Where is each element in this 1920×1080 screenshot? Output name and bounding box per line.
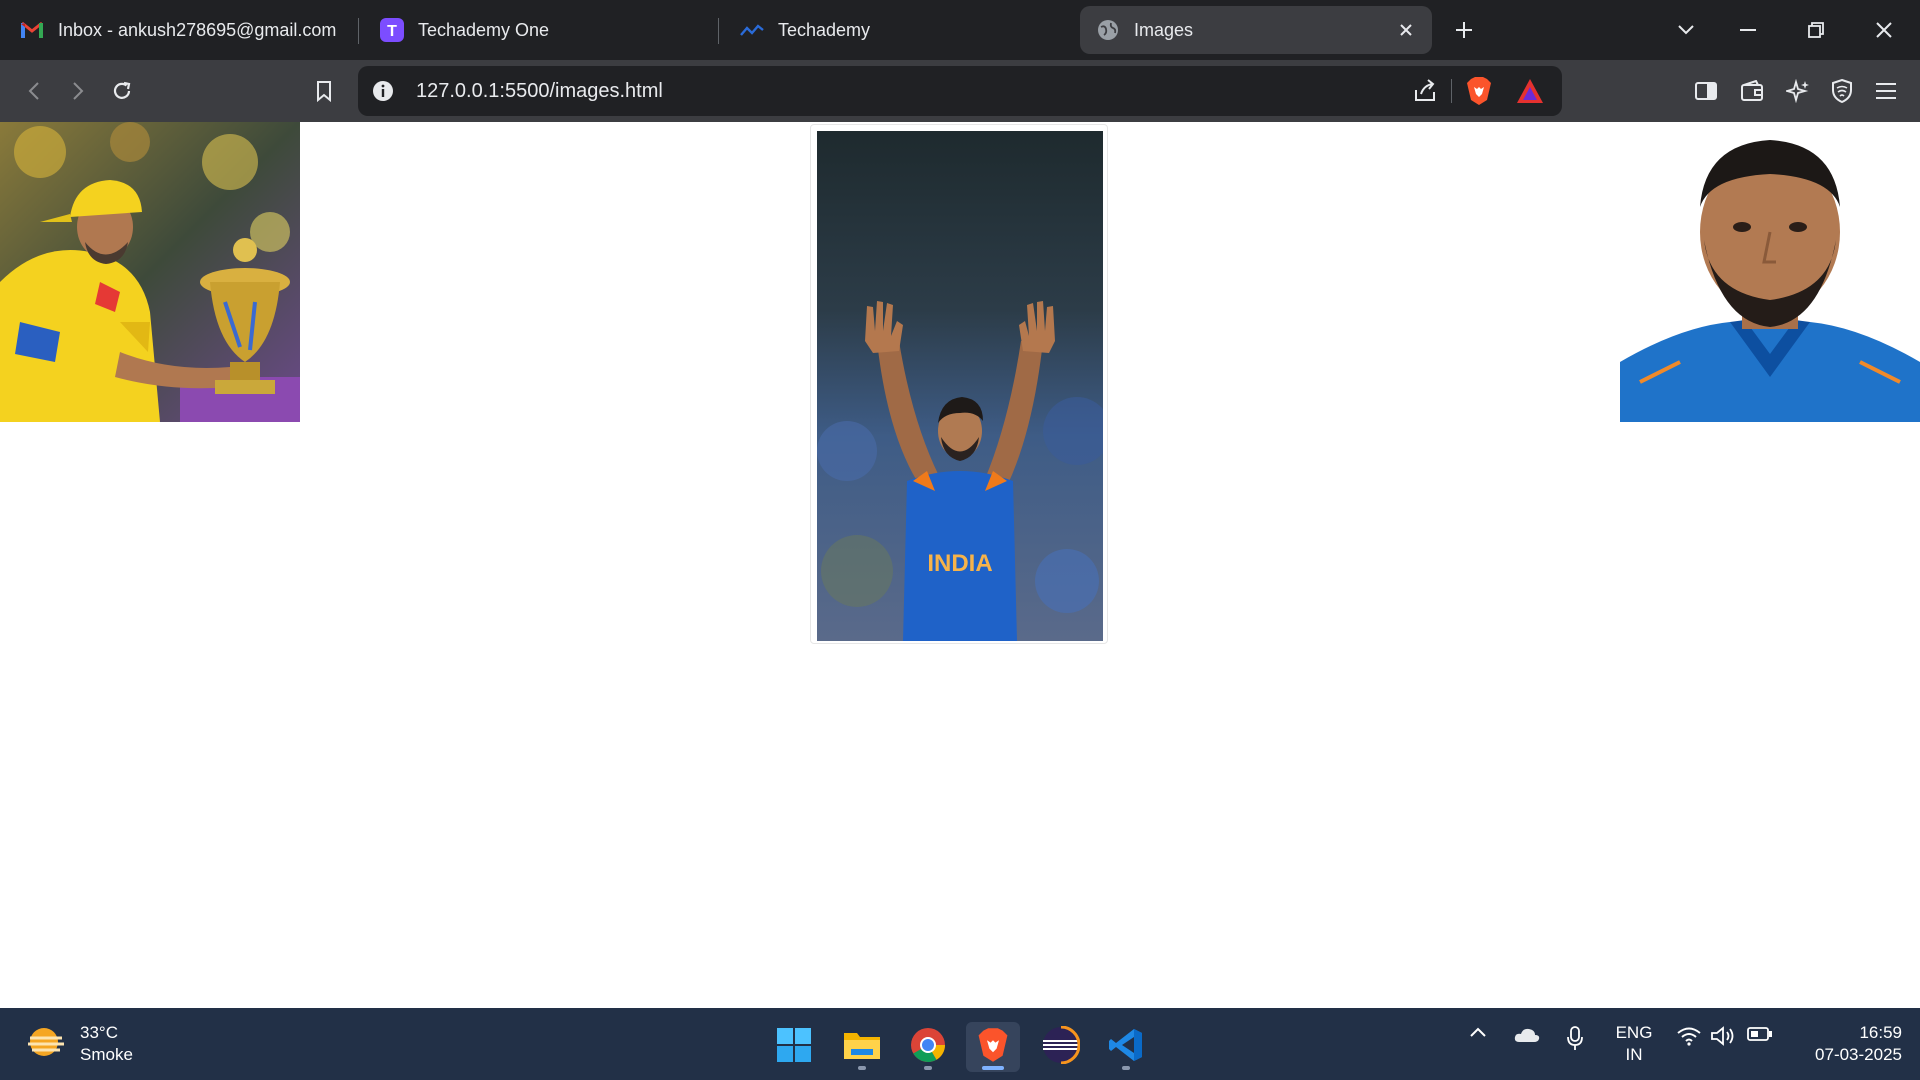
active-indicator bbox=[982, 1066, 1004, 1070]
show-hidden-icons-chevron-icon[interactable] bbox=[1466, 1026, 1490, 1038]
tab-title: Images bbox=[1134, 19, 1194, 40]
vscode-button[interactable] bbox=[1099, 1022, 1153, 1072]
close-tab-icon[interactable] bbox=[1394, 18, 1418, 42]
image-raised-hands-cricketer: INDIA bbox=[817, 131, 1103, 641]
trophy-photo bbox=[0, 122, 300, 422]
close-window-button[interactable] bbox=[1862, 12, 1906, 48]
eclipse-button[interactable] bbox=[1034, 1022, 1088, 1072]
svg-text:T: T bbox=[387, 23, 397, 40]
tab-techademy-one[interactable]: T Techademy One bbox=[380, 6, 700, 54]
tab-title: Inbox - ankush278695@gmail.com bbox=[58, 19, 337, 40]
running-indicator bbox=[1122, 1066, 1130, 1070]
brave-button[interactable] bbox=[966, 1022, 1020, 1072]
portrait-photo bbox=[1620, 122, 1920, 422]
image-card-frame: INDIA bbox=[810, 124, 1108, 644]
clock-date: 07-03-2025 bbox=[1815, 1045, 1902, 1064]
brave-icon bbox=[977, 1027, 1009, 1068]
techademy-icon bbox=[740, 18, 764, 42]
reload-button[interactable] bbox=[104, 73, 140, 109]
globe-icon bbox=[1096, 18, 1120, 42]
minimize-button[interactable] bbox=[1726, 12, 1770, 48]
leo-ai-icon[interactable] bbox=[1780, 73, 1816, 109]
wifi-icon[interactable] bbox=[1674, 1026, 1704, 1046]
celebration-photo: INDIA bbox=[817, 131, 1103, 641]
start-button[interactable] bbox=[767, 1022, 821, 1072]
brave-shields-icon[interactable] bbox=[1466, 76, 1492, 111]
running-indicator bbox=[924, 1066, 932, 1070]
windows-taskbar: 33°C Smoke ENG IN 16:59 07-03-2025 bbox=[0, 1008, 1920, 1080]
tab-strip: Inbox - ankush278695@gmail.com T Techade… bbox=[0, 0, 1920, 60]
image-trophy-cricketer bbox=[0, 122, 300, 422]
tab-search-chevron-icon[interactable] bbox=[1664, 12, 1708, 48]
new-tab-button[interactable] bbox=[1442, 12, 1486, 48]
svg-text:INDIA: INDIA bbox=[927, 550, 992, 577]
divider bbox=[1451, 79, 1452, 103]
weather-icon bbox=[26, 1024, 66, 1065]
tab-divider bbox=[358, 18, 359, 44]
gmail-icon bbox=[20, 18, 44, 42]
eclipse-icon bbox=[1042, 1025, 1081, 1069]
file-explorer-button[interactable] bbox=[835, 1022, 889, 1072]
tab-title: Techademy bbox=[778, 19, 871, 40]
menu-icon[interactable] bbox=[1868, 73, 1904, 109]
vscode-icon bbox=[1108, 1027, 1144, 1068]
weather-widget[interactable]: 33°C Smoke bbox=[26, 1022, 133, 1066]
back-button[interactable] bbox=[16, 73, 52, 109]
image-portrait-cricketer bbox=[1620, 122, 1920, 422]
weather-condition: Smoke bbox=[80, 1045, 133, 1064]
volume-icon[interactable] bbox=[1708, 1026, 1738, 1046]
vpn-shield-icon[interactable] bbox=[1824, 73, 1860, 109]
running-indicator bbox=[858, 1066, 866, 1070]
site-info-icon[interactable] bbox=[372, 80, 394, 107]
chrome-icon bbox=[910, 1027, 946, 1068]
restore-button[interactable] bbox=[1794, 12, 1838, 48]
tab-gmail[interactable]: Inbox - ankush278695@gmail.com bbox=[20, 6, 340, 54]
sidebar-toggle-icon[interactable] bbox=[1688, 73, 1724, 109]
weather-temp: 33°C bbox=[80, 1023, 118, 1042]
onedrive-cloud-icon[interactable] bbox=[1512, 1026, 1542, 1044]
wallet-icon[interactable] bbox=[1734, 73, 1770, 109]
url-text: 127.0.0.1:5500/images.html bbox=[416, 80, 663, 102]
address-bar[interactable]: 127.0.0.1:5500/images.html bbox=[358, 66, 1562, 116]
bookmark-button[interactable] bbox=[306, 73, 342, 109]
tab-techademy[interactable]: Techademy bbox=[740, 6, 1060, 54]
language-code: ENG bbox=[1615, 1023, 1653, 1042]
clock-time: 16:59 bbox=[1859, 1023, 1902, 1042]
microphone-icon[interactable] bbox=[1562, 1026, 1588, 1052]
input-language[interactable]: ENG IN bbox=[1606, 1022, 1662, 1066]
region-code: IN bbox=[1625, 1045, 1643, 1064]
tab-title: Techademy One bbox=[418, 19, 550, 40]
tab-divider bbox=[718, 18, 719, 44]
windows-start-icon bbox=[776, 1027, 812, 1068]
clock[interactable]: 16:59 07-03-2025 bbox=[1792, 1022, 1902, 1066]
page-content: INDIA bbox=[0, 122, 1920, 1008]
brave-rewards-icon[interactable] bbox=[1516, 78, 1544, 109]
forward-button[interactable] bbox=[60, 73, 96, 109]
share-icon[interactable] bbox=[1412, 78, 1438, 109]
chrome-button[interactable] bbox=[901, 1022, 955, 1072]
folder-icon bbox=[843, 1029, 881, 1066]
tab-images[interactable]: Images bbox=[1080, 6, 1432, 54]
battery-icon[interactable] bbox=[1744, 1026, 1776, 1042]
browser-toolbar: 127.0.0.1:5500/images.html bbox=[0, 60, 1920, 122]
techademy-one-icon: T bbox=[380, 18, 404, 42]
